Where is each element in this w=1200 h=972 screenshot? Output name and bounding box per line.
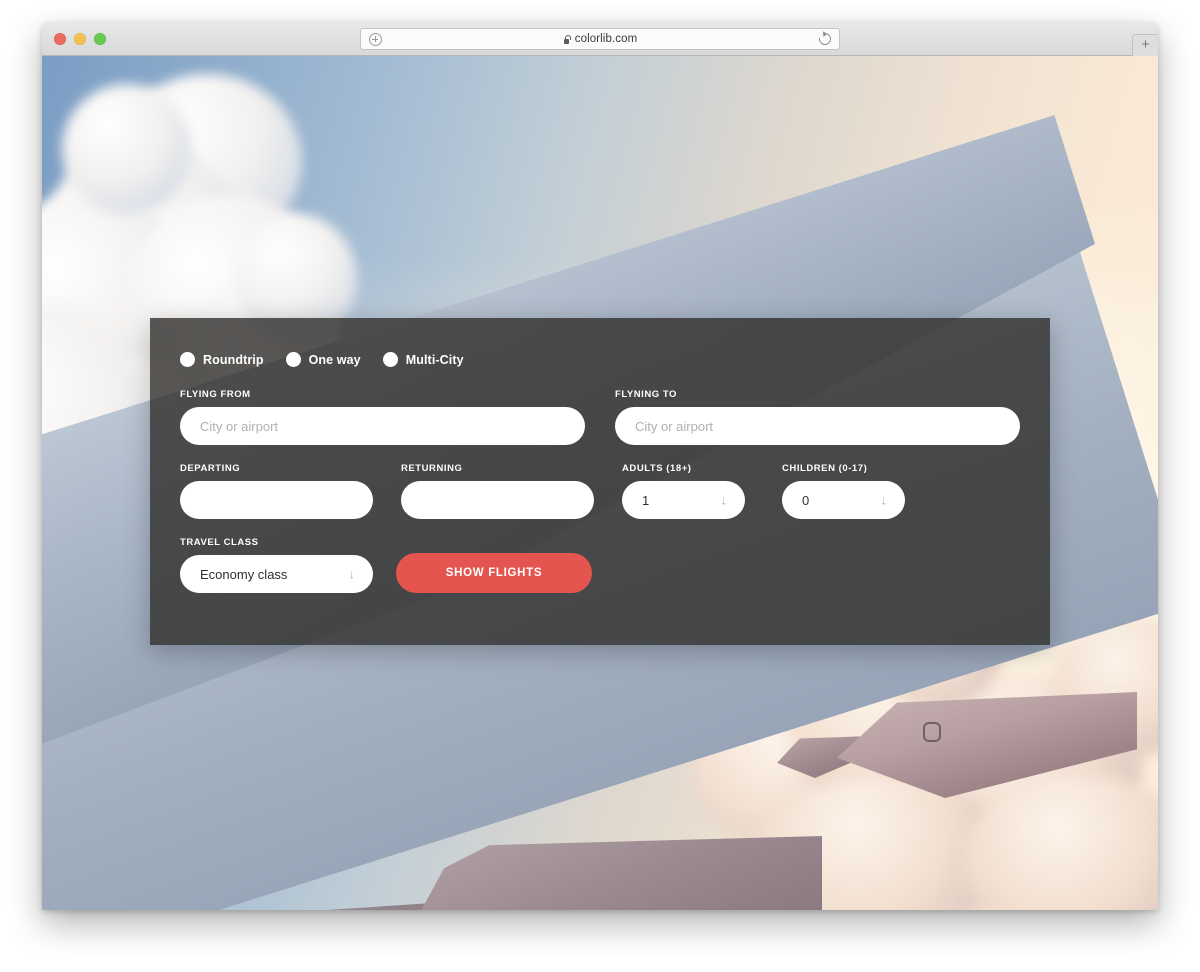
new-tab-button[interactable]: +: [1132, 34, 1158, 56]
chevron-down-icon-travel-class[interactable]: ↓: [349, 568, 356, 581]
origin-destination-row: FLYING FROM City or airport FLYNING TO C…: [180, 389, 1020, 445]
returning-label: RETURNING: [401, 463, 463, 474]
children-value: 0: [802, 492, 810, 508]
departing-label: DEPARTING: [180, 463, 241, 474]
trip-type-one-way[interactable]: One way: [285, 352, 361, 367]
travel-class-label: TRAVEL CLASS: [180, 537, 259, 548]
minimize-button[interactable]: [74, 33, 86, 45]
url-text-group: colorlib.com: [563, 33, 638, 45]
adults-value: 1: [642, 492, 650, 508]
radio-icon-roundtrip[interactable]: [180, 352, 195, 367]
children-select[interactable]: 0 ↓: [782, 481, 905, 519]
trip-type-roundtrip[interactable]: Roundtrip: [180, 352, 264, 367]
adults-select[interactable]: 1 ↓: [622, 481, 745, 519]
flying-to-group: FLYNING TO City or airport: [615, 389, 1020, 445]
trip-type-group: Roundtrip One way Multi-City: [180, 352, 1020, 367]
flap-fairing-mid: [372, 836, 822, 910]
travel-class-group: TRAVEL CLASS Economy class ↓: [180, 537, 373, 593]
trip-type-label-roundtrip: Roundtrip: [203, 352, 264, 367]
flying-from-group: FLYING FROM City or airport: [180, 389, 585, 445]
returning-date-input[interactable]: [401, 481, 594, 519]
trip-type-label-one-way: One way: [308, 352, 361, 367]
returning-group: RETURNING: [401, 463, 594, 519]
departing-group: DEPARTING: [180, 463, 373, 519]
adults-label: ADULTS (18+): [622, 463, 692, 474]
chevron-down-icon-children[interactable]: ↓: [881, 494, 888, 507]
flying-from-label: FLYING FROM: [180, 389, 251, 400]
departing-date-input[interactable]: [180, 481, 373, 519]
show-flights-button[interactable]: SHOW FLIGHTS: [396, 553, 592, 593]
flying-to-input[interactable]: City or airport: [615, 407, 1020, 445]
children-group: CHILDREN (0-17) 0 ↓: [782, 463, 905, 519]
plus-circle-icon[interactable]: [369, 33, 382, 46]
address-bar[interactable]: colorlib.com: [360, 28, 840, 50]
radio-icon-multi-city[interactable]: [382, 352, 398, 367]
browser-window: colorlib.com + Roundtrip One way Multi-C…: [42, 22, 1158, 910]
browser-titlebar: colorlib.com +: [42, 22, 1158, 56]
travel-class-select[interactable]: Economy class ↓: [180, 555, 373, 593]
reload-icon[interactable]: [816, 30, 834, 48]
children-label: CHILDREN (0-17): [782, 463, 868, 474]
adults-group: ADULTS (18+) 1 ↓: [622, 463, 745, 519]
flight-search-panel: Roundtrip One way Multi-City FLYING FROM…: [150, 318, 1050, 645]
zoom-button[interactable]: [94, 33, 106, 45]
flying-from-placeholder: City or airport: [200, 418, 279, 434]
travel-class-row: TRAVEL CLASS Economy class ↓ SHOW FLIGHT…: [180, 537, 1020, 593]
page-viewport: Roundtrip One way Multi-City FLYING FROM…: [42, 56, 1158, 910]
fairing-marking-icon: [923, 722, 941, 742]
chevron-down-icon-adults[interactable]: ↓: [721, 494, 728, 507]
window-controls: [54, 33, 106, 45]
trip-type-label-multi-city: Multi-City: [405, 352, 464, 367]
wingtip-fairing: [837, 692, 1137, 798]
lock-icon: [563, 34, 571, 44]
submit-group: SHOW FLIGHTS: [396, 537, 592, 593]
trip-type-multi-city[interactable]: Multi-City: [382, 352, 464, 367]
dates-passengers-row: DEPARTING RETURNING ADULTS (18+) 1 ↓ CHI…: [180, 463, 1020, 519]
flying-from-input[interactable]: City or airport: [180, 407, 585, 445]
radio-icon-one-way[interactable]: [285, 352, 301, 367]
close-button[interactable]: [54, 33, 66, 45]
url-label: colorlib.com: [574, 33, 638, 45]
travel-class-value: Economy class: [200, 566, 288, 582]
flying-to-placeholder: City or airport: [635, 418, 714, 434]
flying-to-label: FLYNING TO: [615, 389, 677, 400]
